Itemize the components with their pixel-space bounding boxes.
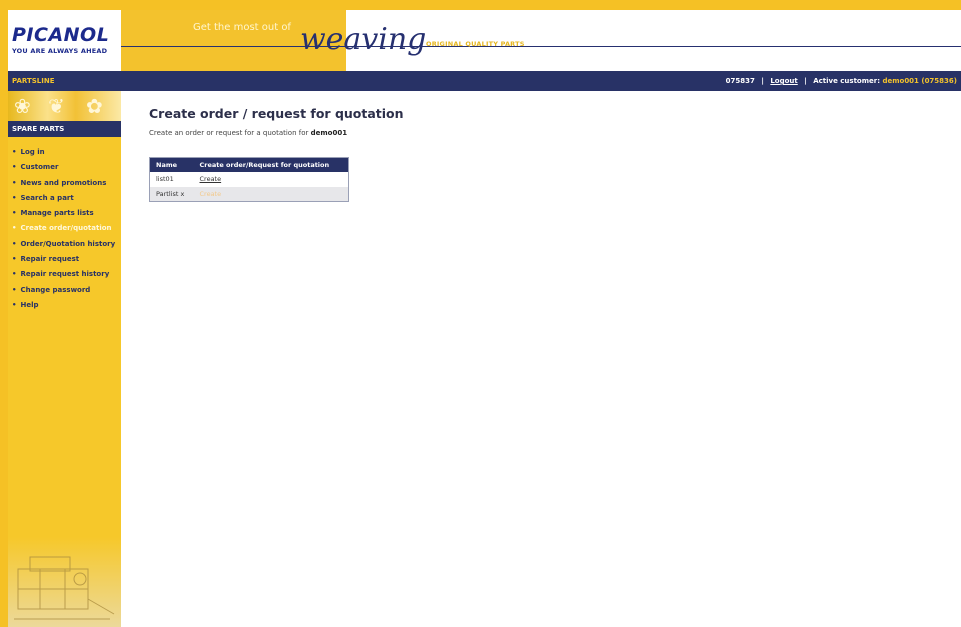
parts-lists-table: Name Create order/Request for quotation …: [149, 157, 349, 202]
page-title: Create order / request for quotation: [149, 106, 404, 121]
browser-page: PICANOL YOU ARE ALWAYS AHEAD Get the mos…: [8, 10, 961, 627]
page-subtitle: Create an order or request for a quotati…: [149, 129, 404, 137]
user-info: 075837 | Logout | Active customer: demo0…: [726, 77, 957, 85]
sidebar-item-search-part[interactable]: Search a part: [12, 194, 115, 209]
logo-wordmark: PICANOL: [12, 24, 110, 46]
sidebar: ❀ ❦ ✿ SPARE PARTS Log in Customer News a…: [8, 91, 121, 627]
column-header-create: Create order/Request for quotation: [193, 157, 349, 172]
sidebar-item-news[interactable]: News and promotions: [12, 179, 115, 194]
sidebar-item-manage-parts-lists[interactable]: Manage parts lists: [12, 209, 115, 224]
table-row: Partlist x Create: [149, 186, 349, 202]
sidebar-title: SPARE PARTS: [8, 121, 121, 137]
separator: |: [804, 77, 807, 85]
loom-machine-image: [8, 537, 121, 627]
top-nav-bar: PARTSLINE 075837 | Logout | Active custo…: [8, 71, 961, 91]
banner-divider: [121, 46, 961, 47]
table-row: list01 Create: [149, 171, 349, 187]
active-customer-value[interactable]: demo001 (075836): [882, 77, 957, 85]
column-header-name: Name: [149, 157, 194, 172]
partsline-brand: PARTSLINE: [12, 77, 55, 85]
create-link[interactable]: Create: [200, 175, 222, 183]
sidebar-item-change-password[interactable]: Change password: [12, 286, 115, 301]
logo-tagline: YOU ARE ALWAYS AHEAD: [12, 47, 108, 55]
sidebar-menu: Log in Customer News and promotions Sear…: [12, 148, 115, 316]
swirl-icon: ❀: [14, 94, 31, 118]
create-link[interactable]: Create: [200, 190, 222, 198]
sidebar-banner-image: ❀ ❦ ✿: [8, 91, 121, 121]
subtitle-text: Create an order or request for a quotati…: [149, 129, 309, 137]
user-id: 075837: [725, 77, 755, 85]
sidebar-item-repair-history[interactable]: Repair request history: [12, 270, 115, 285]
leaf-icon: ❦: [48, 94, 65, 118]
banner-slogan: Get the most out of: [193, 22, 291, 33]
main-content: Create order / request for quotation Cre…: [149, 106, 404, 202]
site-header: PICANOL YOU ARE ALWAYS AHEAD Get the mos…: [8, 10, 961, 71]
sidebar-item-customer[interactable]: Customer: [12, 163, 115, 178]
cell-name: list01: [149, 171, 194, 187]
banner-quality-label: ORIGINAL QUALITY PARTS: [426, 40, 525, 48]
separator: |: [761, 77, 764, 85]
sidebar-item-order-history[interactable]: Order/Quotation history: [12, 240, 115, 255]
sidebar-item-repair-request[interactable]: Repair request: [12, 255, 115, 270]
flower-icon: ✿: [86, 94, 103, 118]
picanol-logo[interactable]: PICANOL YOU ARE ALWAYS AHEAD: [8, 10, 121, 71]
cell-name: Partlist x: [149, 186, 194, 202]
subtitle-customer: demo001: [310, 129, 348, 137]
logout-link[interactable]: Logout: [770, 77, 797, 85]
sidebar-item-create-order[interactable]: Create order/quotation: [12, 224, 115, 239]
active-customer-label: Active customer:: [813, 77, 881, 85]
sidebar-item-help[interactable]: Help: [12, 301, 115, 316]
banner-script-word: weaving: [300, 22, 427, 57]
sidebar-item-log-in[interactable]: Log in: [12, 148, 115, 163]
